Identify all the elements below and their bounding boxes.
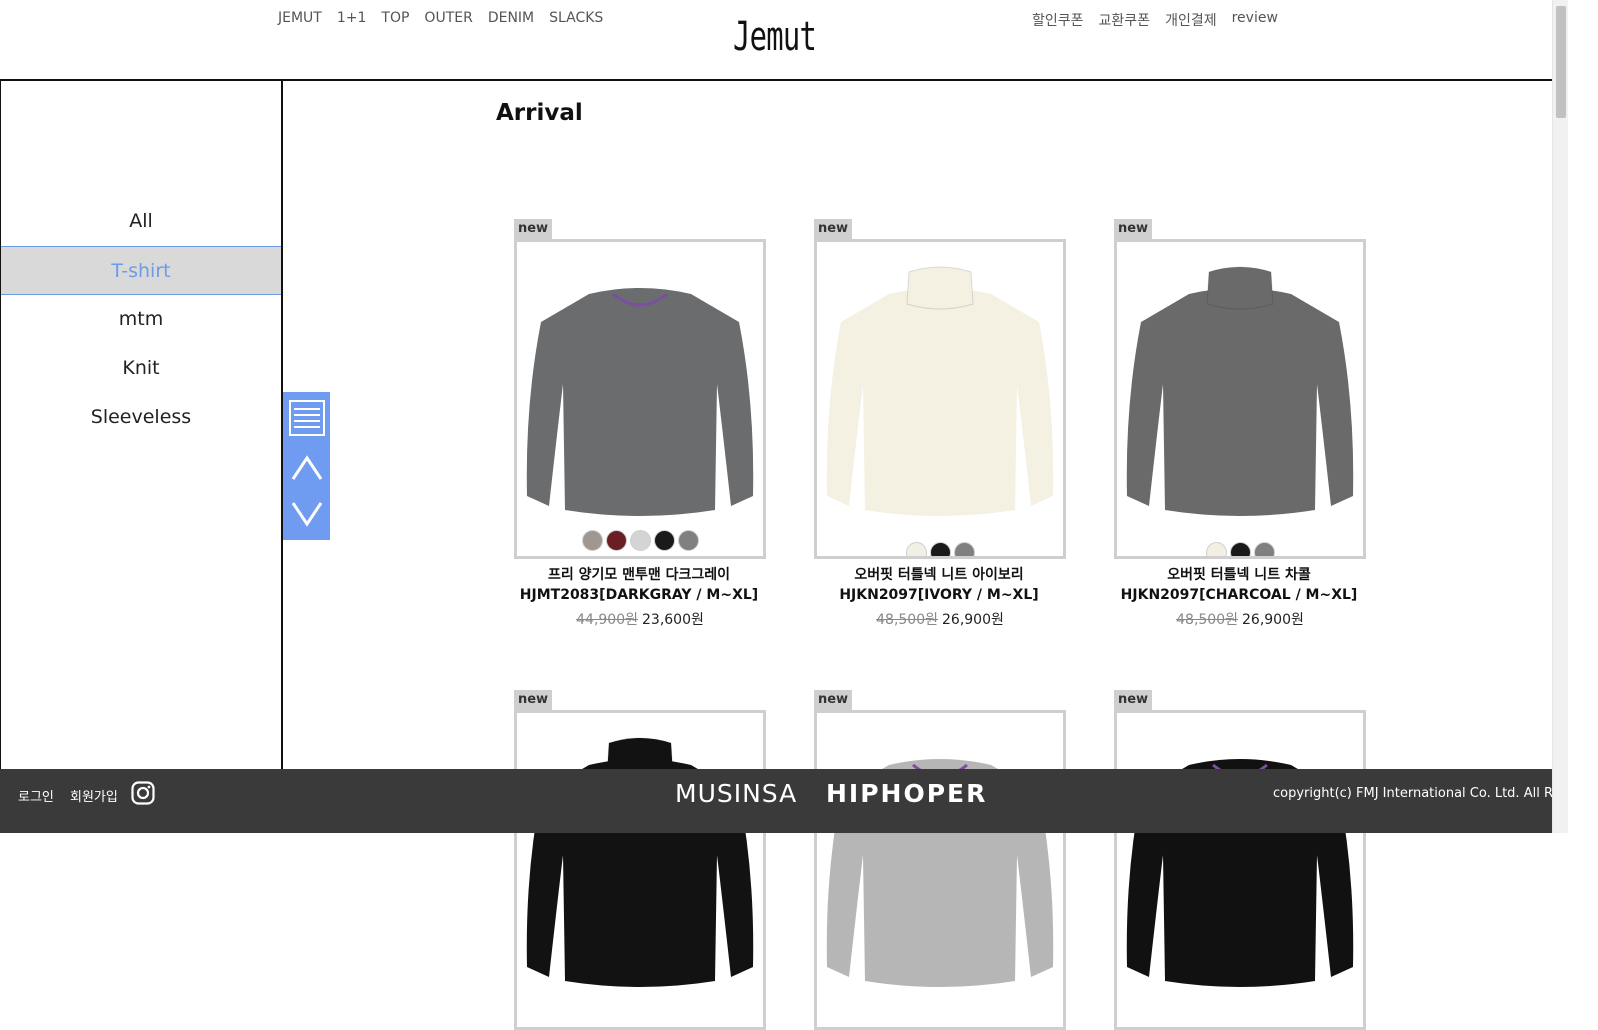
new-badge: new xyxy=(1114,690,1152,710)
scroll-up-button[interactable] xyxy=(283,444,330,492)
product-name[interactable]: 오버핏 터틀넥 니트 아이보리 HJKN2097[IVORY / M~XL] xyxy=(804,565,1074,605)
copyright-text: copyright(c) FMJ International Co. Ltd. … xyxy=(1273,786,1552,801)
new-badge: new xyxy=(814,219,852,239)
hiphoper-link[interactable]: HIPHOPER xyxy=(826,779,987,808)
category-list: All T-shirt mtm Knit Sleeveless xyxy=(1,197,281,442)
sidebar-item-mtm[interactable]: mtm xyxy=(1,295,281,344)
color-swatch[interactable] xyxy=(1229,542,1251,556)
product-image xyxy=(526,288,754,516)
product-name-line: 프리 양기모 맨투맨 다크그레이 xyxy=(547,567,731,583)
login-link[interactable]: 로그인 xyxy=(18,786,54,805)
product-image xyxy=(826,266,1054,516)
chevron-up-icon xyxy=(291,455,322,480)
product-name-line: 오버핏 터틀넥 니트 아이보리 xyxy=(854,567,1024,583)
nav-item-exchange-coupon[interactable]: 교환쿠폰 xyxy=(1099,10,1151,30)
sale-price: 26,900원 xyxy=(942,612,1004,628)
signup-link[interactable]: 회원가입 xyxy=(70,786,118,805)
site-logo[interactable]: Jemut xyxy=(733,14,817,60)
color-swatches xyxy=(517,530,763,551)
product-image xyxy=(1126,266,1354,516)
site-header: JEMUT 1+1 TOP OUTER DENIM SLACKS Jemut 할… xyxy=(0,0,1552,81)
color-swatch[interactable] xyxy=(605,530,627,551)
color-swatch[interactable] xyxy=(1253,542,1275,556)
color-swatch[interactable] xyxy=(653,530,675,551)
site-footer: 로그인 회원가입 MUSINSA HIPHOPER copyright(c) F… xyxy=(0,769,1552,833)
color-swatch[interactable] xyxy=(953,542,975,556)
scroll-down-button[interactable] xyxy=(283,490,330,538)
new-badge: new xyxy=(814,690,852,710)
musinsa-link[interactable]: MUSINSA xyxy=(675,779,797,808)
color-swatches xyxy=(1117,542,1363,556)
nav-item-jemut[interactable]: JEMUT xyxy=(278,10,322,26)
product-code-line: HJMT2083[DARKGRAY / M~XL] xyxy=(519,587,759,603)
product-thumbnail[interactable] xyxy=(1114,710,1366,1030)
sidebar-item-all[interactable]: All xyxy=(1,197,281,246)
color-swatch[interactable] xyxy=(677,530,699,551)
nav-item-top[interactable]: TOP xyxy=(381,10,409,26)
nav-item-outer[interactable]: OUTER xyxy=(424,10,472,26)
page-edge xyxy=(1568,0,1598,833)
product-name-line: 오버핏 터틀넥 니트 차콜 xyxy=(1167,567,1311,583)
chevron-down-icon xyxy=(291,502,322,527)
hamburger-menu-icon xyxy=(288,400,325,436)
new-badge: new xyxy=(514,690,552,710)
page-title: Arrival xyxy=(496,100,583,126)
new-badge: new xyxy=(514,219,552,239)
original-price: 48,500원 xyxy=(876,612,938,628)
page-scrollbar[interactable] xyxy=(1552,0,1569,833)
color-swatch[interactable] xyxy=(929,542,951,556)
product-thumbnail[interactable] xyxy=(1114,239,1366,559)
main-nav: JEMUT 1+1 TOP OUTER DENIM SLACKS xyxy=(278,10,603,26)
sidebar-item-knit[interactable]: Knit xyxy=(1,344,281,393)
product-thumbnail[interactable] xyxy=(514,239,766,559)
utility-nav: 할인쿠폰 교환쿠폰 개인결제 review xyxy=(1032,10,1278,30)
sidebar-item-t-shirt[interactable]: T-shirt xyxy=(1,246,281,295)
product-code-line: HJKN2097[CHARCOAL / M~XL] xyxy=(1120,587,1358,603)
sidebar-item-sleeveless[interactable]: Sleeveless xyxy=(1,393,281,442)
product-price: 48,500원 26,900원 xyxy=(1114,609,1366,629)
color-swatch[interactable] xyxy=(1205,542,1227,556)
nav-item-1plus1[interactable]: 1+1 xyxy=(337,10,367,26)
original-price: 44,900원 xyxy=(576,612,638,628)
nav-item-denim[interactable]: DENIM xyxy=(488,10,534,26)
product-name[interactable]: 프리 양기모 맨투맨 다크그레이 HJMT2083[DARKGRAY / M~XL… xyxy=(504,565,774,605)
category-sidebar: All T-shirt mtm Knit Sleeveless xyxy=(0,81,283,833)
product-thumbnail[interactable] xyxy=(814,710,1066,1030)
product-price: 44,900원 23,600원 xyxy=(514,609,766,629)
color-swatch[interactable] xyxy=(629,530,651,551)
product-thumbnail[interactable] xyxy=(514,710,766,1030)
product-code-line: HJKN2097[IVORY / M~XL] xyxy=(839,587,1039,603)
instagram-icon xyxy=(131,781,155,805)
floating-controls xyxy=(283,392,330,540)
menu-button[interactable] xyxy=(283,394,330,442)
sale-price: 26,900원 xyxy=(1242,612,1304,628)
product-thumbnail[interactable] xyxy=(814,239,1066,559)
instagram-link[interactable] xyxy=(131,781,155,809)
new-badge: new xyxy=(1114,219,1152,239)
color-swatch[interactable] xyxy=(581,530,603,551)
nav-item-review[interactable]: review xyxy=(1232,10,1278,30)
nav-item-slacks[interactable]: SLACKS xyxy=(549,10,603,26)
nav-item-discount-coupon[interactable]: 할인쿠폰 xyxy=(1032,10,1084,30)
product-name[interactable]: 오버핏 터틀넥 니트 차콜 HJKN2097[CHARCOAL / M~XL] xyxy=(1104,565,1374,605)
nav-item-personal-payment[interactable]: 개인결제 xyxy=(1165,10,1217,30)
original-price: 48,500원 xyxy=(1176,612,1238,628)
color-swatch[interactable] xyxy=(905,542,927,556)
scrollbar-thumb[interactable] xyxy=(1556,6,1566,118)
product-price: 48,500원 26,900원 xyxy=(814,609,1066,629)
color-swatches xyxy=(817,542,1063,556)
sale-price: 23,600원 xyxy=(642,612,704,628)
